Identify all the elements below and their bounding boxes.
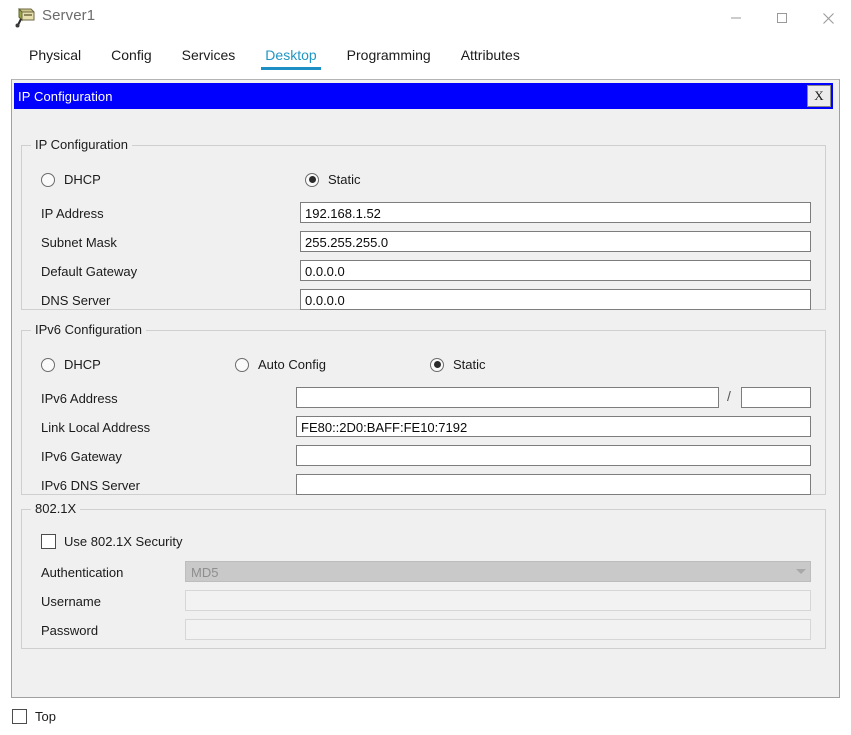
ipv6-static-label: Static (453, 357, 486, 372)
checkbox-icon (41, 534, 56, 549)
close-icon[interactable] (805, 0, 851, 36)
ipv4-default-gateway-input[interactable]: 0.0.0.0 (300, 260, 811, 281)
ipv4-static-radio[interactable]: Static (305, 172, 361, 187)
ipv4-subnet-mask-label: Subnet Mask (41, 235, 117, 250)
ipv6-gateway-label: IPv6 Gateway (41, 449, 122, 464)
dot1x-use-security-label: Use 802.1X Security (64, 534, 183, 549)
tab-strip: Physical Config Services Desktop Program… (0, 36, 851, 76)
top-checkbox[interactable]: Top (12, 709, 56, 724)
dot1x-password-label: Password (41, 623, 99, 638)
ipv6-static-radio[interactable]: Static (430, 357, 486, 372)
ipv6-auto-config-radio[interactable]: Auto Config (235, 357, 326, 372)
tab-config-label: Config (111, 47, 152, 63)
ip-configuration-close-button[interactable]: X (807, 85, 831, 107)
maximize-icon[interactable] (759, 0, 805, 36)
ipv4-dns-server-label: DNS Server (41, 293, 111, 308)
ipv4-ip-address-label: IP Address (41, 206, 104, 221)
ipv6-group-legend: IPv6 Configuration (31, 322, 146, 337)
tab-services-label: Services (181, 47, 236, 63)
ipv4-default-gateway-label: Default Gateway (41, 264, 138, 279)
ipv6-address-label: IPv6 Address (41, 391, 118, 406)
desktop-panel: IP Configuration X IP Configuration DHCP… (11, 79, 840, 698)
ip-configuration-titlebar: IP Configuration X (14, 83, 833, 109)
ipv6-gateway-input[interactable] (296, 445, 811, 466)
dot1x-authentication-label: Authentication (41, 565, 124, 580)
window-controls (713, 0, 851, 36)
dot1x-username-label: Username (41, 594, 101, 609)
ipv6-dhcp-radio[interactable]: DHCP (41, 357, 101, 372)
ipv4-group: IP Configuration DHCP Static IP Address … (21, 137, 826, 310)
ipv6-dns-server-input[interactable] (296, 474, 811, 495)
ipv6-prefix-input[interactable] (741, 387, 811, 408)
ipv4-subnet-mask-input[interactable]: 255.255.255.0 (300, 231, 811, 252)
checkbox-icon (12, 709, 27, 724)
tab-attributes-label: Attributes (460, 47, 520, 63)
ipv4-dhcp-label: DHCP (64, 172, 101, 187)
radio-circle-selected-icon (430, 357, 444, 372)
footer-bar: Top (0, 700, 851, 735)
window-titlebar: Server1 (0, 0, 851, 36)
radio-circle-selected-icon (305, 172, 319, 187)
ipv6-link-local-address-input[interactable]: FE80::2D0:BAFF:FE10:7192 (296, 416, 811, 437)
ipv6-dhcp-label: DHCP (64, 357, 101, 372)
ipv6-group: IPv6 Configuration DHCP Auto Config Stat… (21, 322, 826, 495)
dot1x-use-security-checkbox[interactable]: Use 802.1X Security (41, 534, 183, 549)
ipv4-group-legend: IP Configuration (31, 137, 132, 152)
tab-physical[interactable]: Physical (14, 36, 96, 76)
ipv4-dhcp-radio[interactable]: DHCP (41, 172, 101, 187)
tab-physical-label: Physical (29, 47, 82, 63)
tab-desktop[interactable]: Desktop (250, 36, 331, 76)
ipv4-ip-address-input[interactable]: 192.168.1.52 (300, 202, 811, 223)
tab-programming[interactable]: Programming (332, 36, 446, 76)
radio-circle-icon (41, 357, 55, 372)
ipv6-link-local-address-label: Link Local Address (41, 420, 151, 435)
tab-programming-label: Programming (346, 47, 431, 63)
ip-configuration-window: IP Configuration X IP Configuration DHCP… (14, 83, 833, 658)
chevron-down-icon (796, 569, 806, 574)
ipv6-dns-server-label: IPv6 DNS Server (41, 478, 140, 493)
tab-desktop-label: Desktop (265, 47, 317, 63)
dot1x-group-legend: 802.1X (31, 501, 81, 516)
ipv4-static-label: Static (328, 172, 361, 187)
top-checkbox-label: Top (35, 709, 56, 724)
ip-configuration-title: IP Configuration (18, 88, 113, 104)
dot1x-authentication-select[interactable]: MD5 (185, 561, 811, 582)
tab-config[interactable]: Config (96, 36, 166, 76)
dot1x-password-input[interactable] (185, 619, 811, 640)
dot1x-group: 802.1X Use 802.1X Security Authenticatio… (21, 501, 826, 649)
window-title: Server1 (42, 7, 96, 24)
ipv4-dns-server-input[interactable]: 0.0.0.0 (300, 289, 811, 310)
server-device-icon (14, 6, 36, 28)
tab-services[interactable]: Services (167, 36, 251, 76)
ipv6-prefix-separator: / (727, 388, 731, 404)
tab-attributes[interactable]: Attributes (446, 36, 535, 76)
radio-circle-icon (235, 357, 249, 372)
ipv6-auto-config-label: Auto Config (258, 357, 326, 372)
radio-circle-icon (41, 172, 55, 187)
ipv6-address-input[interactable] (296, 387, 719, 408)
minimize-icon[interactable] (713, 0, 759, 36)
dot1x-username-input[interactable] (185, 590, 811, 611)
